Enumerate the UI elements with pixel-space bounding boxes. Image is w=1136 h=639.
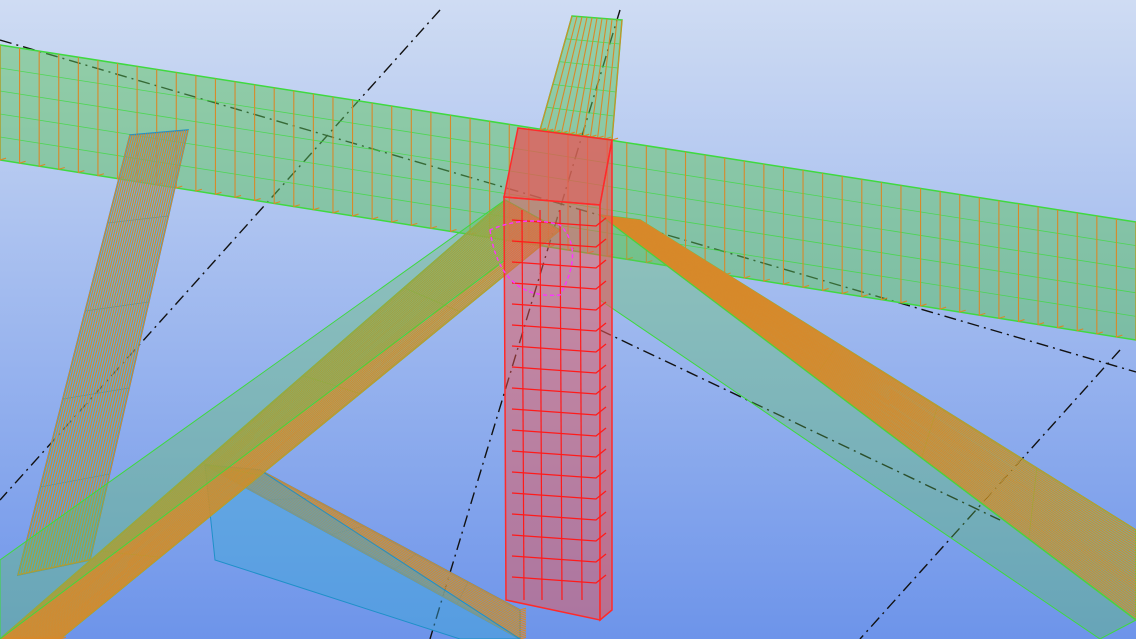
structural-3d-view[interactable] xyxy=(0,0,1136,639)
column-side-face xyxy=(599,139,613,622)
column-center[interactable] xyxy=(503,127,613,622)
column-top-face xyxy=(503,127,613,206)
model-viewport[interactable] xyxy=(0,0,1136,639)
